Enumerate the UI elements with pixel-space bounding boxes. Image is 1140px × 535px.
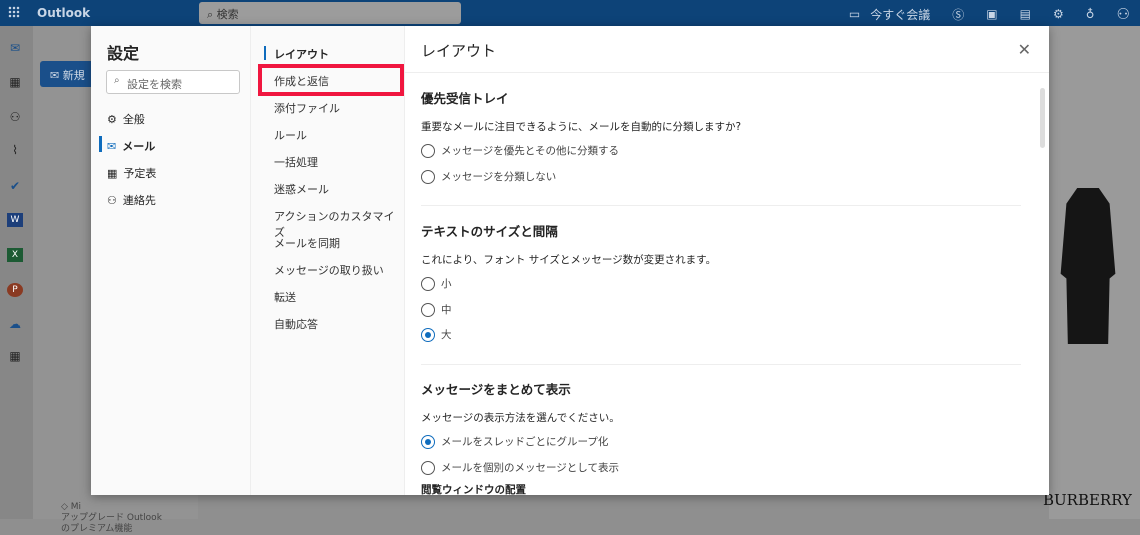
settings-search-input[interactable]: ⌕ 設定を検索	[106, 70, 240, 94]
section-heading: テキストのサイズと間隔	[421, 224, 558, 239]
promo-line: アップグレード Outlook	[61, 513, 162, 523]
excel-icon[interactable]: X	[7, 248, 23, 262]
promo-line: Mi	[70, 502, 82, 512]
promo-line: のプレミアム機能	[61, 524, 133, 534]
radio-individual-messages[interactable]: メールを個別のメッセージとして表示	[421, 460, 619, 475]
radio-label: 中	[441, 304, 452, 316]
subcategory-sweep[interactable]: 一括処理	[274, 154, 318, 170]
section-description: メッセージの表示方法を選んでください。	[421, 412, 620, 424]
section-heading: 閲覧ウィンドウの配置	[421, 484, 526, 495]
app-name: Outlook	[37, 6, 91, 20]
settings-subcategories: レイアウト 作成と返信 添付ファイル ルール 一括処理 迷惑メール アクションの…	[250, 26, 405, 495]
calendar-icon: ▦	[107, 166, 118, 180]
app-launcher-icon[interactable]	[8, 6, 20, 18]
settings-search-placeholder: 設定を検索	[127, 78, 182, 91]
mail-icon: ✉	[107, 139, 117, 153]
people-icon[interactable]: ⚇	[7, 110, 23, 124]
search-input[interactable]: ⌕ 検索	[199, 2, 461, 24]
section-description: 重要なメールに注目できるように、メールを自動的に分類しますか?	[421, 121, 742, 133]
more-apps-icon[interactable]: ▦	[7, 349, 23, 363]
subcategory-auto-reply[interactable]: 自動応答	[274, 316, 318, 332]
category-label: 全般	[122, 113, 145, 126]
category-label: 予定表	[123, 167, 157, 180]
radio-label: メッセージを優先とその他に分類する	[441, 145, 619, 157]
calendar-check-icon[interactable]: ▤	[1020, 7, 1031, 21]
new-mail-label: 新規	[62, 69, 85, 82]
video-icon[interactable]: ▭	[849, 7, 860, 21]
subcategory-message-handling[interactable]: メッセージの取り扱い	[274, 262, 384, 278]
attachment-icon[interactable]: ⌇	[7, 143, 23, 157]
close-icon[interactable]: ✕	[1018, 40, 1031, 59]
category-calendar[interactable]: ▦ 予定表	[107, 165, 156, 181]
radio-focused-inbox-on[interactable]: メッセージを優先とその他に分類する	[421, 143, 619, 158]
radio-circle-checked	[421, 434, 435, 449]
radio-label: 大	[441, 329, 452, 341]
settings-title: 設定	[107, 44, 140, 63]
meet-now-button[interactable]: 今すぐ会議	[870, 6, 930, 23]
calendar-icon[interactable]: ▦	[7, 75, 23, 89]
radio-size-medium[interactable]: 中	[421, 302, 452, 317]
radio-size-large[interactable]: 大	[421, 327, 452, 342]
subcategory-rules[interactable]: ルール	[274, 127, 307, 143]
top-bar: Outlook ⌕ 検索 ▭ 今すぐ会議 Ⓢ ▣ ▤ ⚙ ♁ ⚇	[0, 0, 1140, 26]
settings-content: レイアウト ✕ 優先受信トレイ 重要なメールに注目できるように、メールを自動的に…	[405, 26, 1049, 495]
lightbulb-icon[interactable]: ♁	[1086, 7, 1095, 21]
category-label: メール	[122, 140, 156, 153]
subcategory-sync[interactable]: メールを同期	[274, 235, 340, 251]
divider	[405, 72, 1049, 73]
subcategory-layout[interactable]: レイアウト	[274, 46, 329, 62]
search-icon: ⌕	[114, 75, 120, 86]
powerpoint-icon[interactable]: P	[7, 283, 23, 297]
category-contacts[interactable]: ⚇ 連絡先	[107, 192, 156, 208]
highlight-box	[258, 64, 404, 96]
settings-categories: 設定 ⌕ 設定を検索 ⚙ 全般 ✉ メール ▦ 予定表 ⚇ 連絡先	[91, 26, 250, 495]
content-title: レイアウト	[421, 42, 497, 60]
category-mail[interactable]: ✉ メール	[107, 138, 155, 154]
office-icon[interactable]: ▣	[986, 7, 997, 21]
subcategory-junk[interactable]: 迷惑メール	[274, 181, 329, 197]
radio-size-small[interactable]: 小	[421, 276, 452, 291]
radio-circle	[421, 460, 435, 475]
radio-circle	[421, 302, 435, 317]
selected-indicator	[264, 46, 266, 60]
todo-icon[interactable]: ✔	[7, 179, 23, 193]
category-general[interactable]: ⚙ 全般	[107, 111, 145, 127]
onedrive-icon[interactable]: ☁	[7, 317, 23, 331]
gear-icon: ⚙	[107, 112, 117, 126]
scrollbar[interactable]	[1040, 88, 1045, 148]
radio-circle	[421, 143, 435, 158]
word-icon[interactable]: W	[7, 213, 23, 227]
subcategory-attachments[interactable]: 添付ファイル	[274, 100, 340, 116]
divider	[421, 364, 1021, 365]
section-heading: メッセージをまとめて表示	[421, 382, 571, 397]
radio-circle-checked	[421, 327, 435, 342]
gear-icon[interactable]: ⚙	[1053, 7, 1064, 21]
radio-label: メッセージを分類しない	[441, 171, 557, 183]
radio-label: メールを個別のメッセージとして表示	[441, 462, 619, 474]
divider	[421, 205, 1021, 206]
subcategory-forwarding[interactable]: 転送	[274, 289, 296, 305]
mail-icon[interactable]: ✉	[7, 41, 23, 55]
search-placeholder: 検索	[216, 8, 239, 21]
app-rail: ✉ ▦ ⚇ ⌇ ✔ W X P ☁ ▦	[0, 26, 33, 519]
radio-focused-inbox-off[interactable]: メッセージを分類しない	[421, 169, 556, 184]
radio-label: メールをスレッドごとにグループ化	[441, 436, 609, 448]
settings-dialog: 設定 ⌕ 設定を検索 ⚙ 全般 ✉ メール ▦ 予定表 ⚇ 連絡先 レイアウト 作成と返信…	[91, 26, 1049, 495]
radio-circle	[421, 276, 435, 291]
section-heading: 優先受信トレイ	[421, 91, 509, 106]
section-description: これにより、フォント サイズとメッセージ数が変更されます。	[421, 254, 717, 266]
selected-indicator	[99, 136, 102, 152]
radio-circle	[421, 169, 435, 184]
radio-group-by-thread[interactable]: メールをスレッドごとにグループ化	[421, 434, 608, 449]
people-icon: ⚇	[107, 193, 117, 207]
category-label: 連絡先	[122, 194, 156, 207]
user-icon[interactable]: ⚇	[1117, 5, 1130, 23]
ad-brand: BURBERRY	[1043, 491, 1132, 509]
skype-icon[interactable]: Ⓢ	[952, 6, 964, 23]
radio-label: 小	[441, 278, 452, 290]
